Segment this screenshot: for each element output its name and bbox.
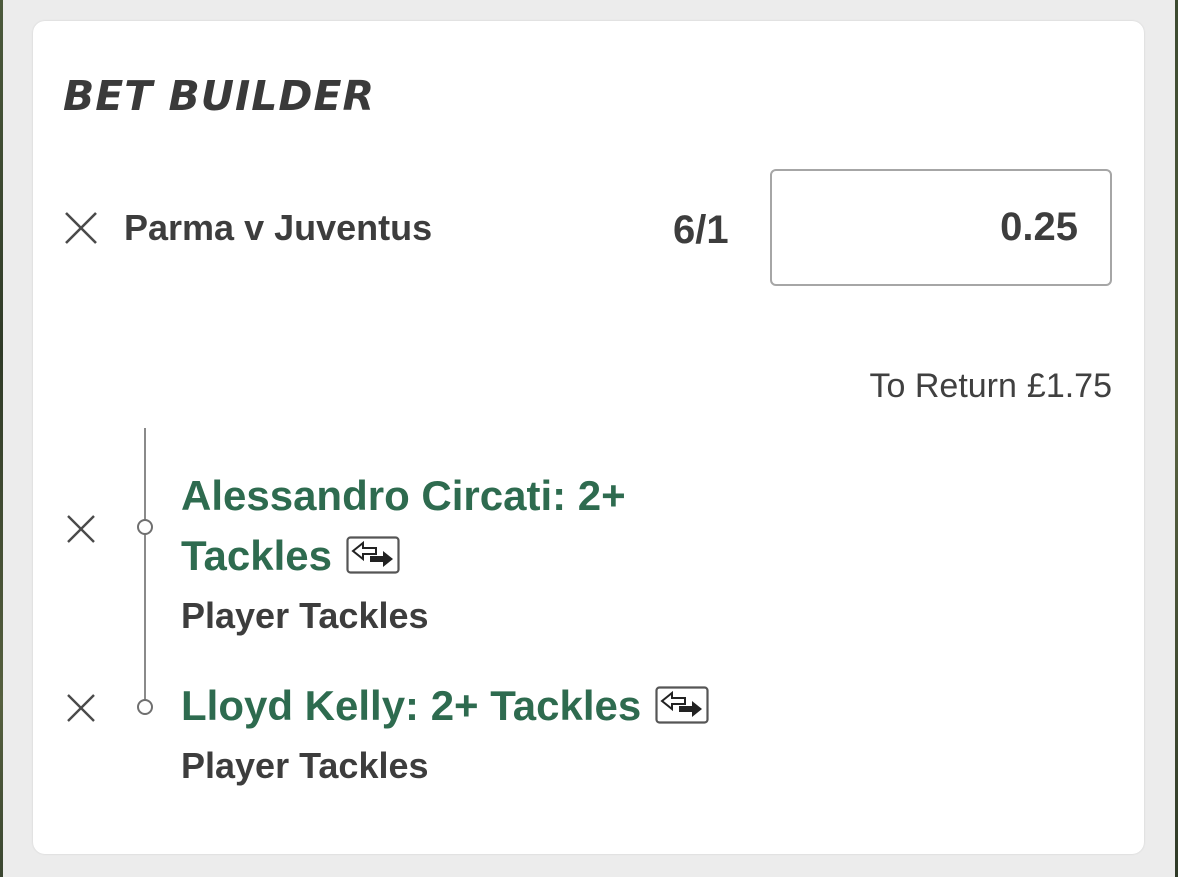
remove-event-close-icon[interactable] (64, 211, 98, 245)
selection-1-market: Player Tackles (181, 595, 429, 636)
stake-value: 0.25 (1000, 205, 1078, 249)
bet-builder-card: BET BUILDER Parma v Juventus 6/1 0.25 To… (33, 21, 1144, 854)
selection-2-market: Player Tackles (181, 745, 429, 786)
bet-builder-title: BET BUILDER (63, 72, 376, 120)
swap-icon[interactable] (346, 536, 400, 574)
remove-selection-1-close-icon[interactable] (66, 514, 100, 548)
to-return-amount: £1.75 (1026, 367, 1112, 405)
background-edge-left (0, 0, 3, 877)
to-return: To Return £1.75 (870, 366, 1113, 407)
selection-node-2 (137, 699, 153, 715)
swap-icon[interactable] (655, 686, 709, 724)
odds-value: 6/1 (673, 208, 729, 252)
event-name: Parma v Juventus (124, 207, 433, 248)
selection-2-name: Lloyd Kelly: 2+ Tackles (181, 676, 709, 736)
selection-1-name-line2: Tackles (181, 532, 332, 579)
stake-input[interactable]: 0.25 (770, 169, 1112, 286)
selection-2-name-text: Lloyd Kelly: 2+ Tackles (181, 682, 642, 729)
selection-1-name-line1: Alessandro Circati: 2+ (181, 472, 626, 519)
selection-1-name: Alessandro Circati: 2+ Tackles (181, 466, 626, 586)
selection-node-1 (137, 519, 153, 535)
selection-timeline-line (144, 428, 146, 708)
remove-selection-2-close-icon[interactable] (66, 693, 100, 727)
to-return-label: To Return (869, 367, 1017, 405)
